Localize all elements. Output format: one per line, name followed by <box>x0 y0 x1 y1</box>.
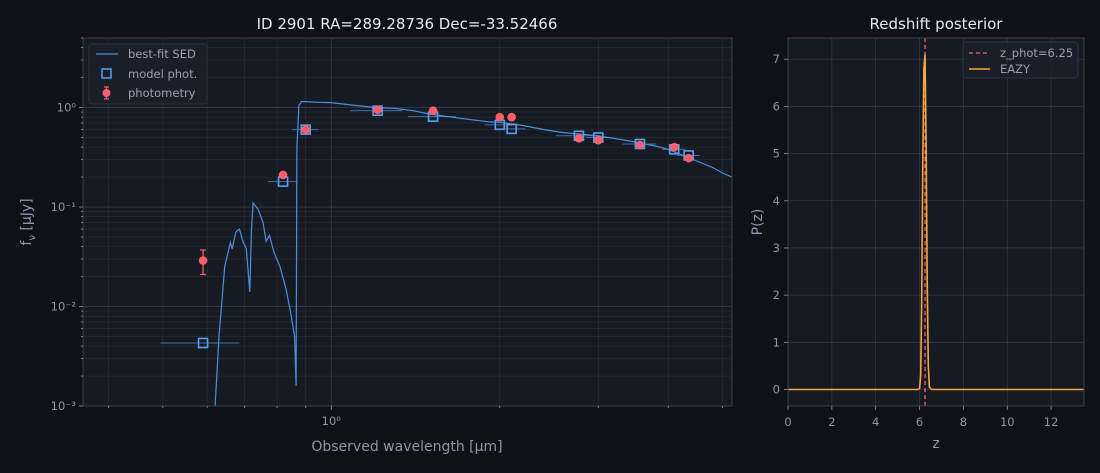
sed-x-tick-label: 10⁰ <box>322 414 342 428</box>
pz-axes-background <box>788 38 1084 406</box>
sed-y-tick-label: 10⁻³ <box>51 399 77 413</box>
pz-y-tick-label: 6 <box>773 99 780 113</box>
photometry-point <box>278 170 288 180</box>
legend-eazy-label: EAZY <box>1000 62 1031 76</box>
legend-model-label: model phot. <box>128 67 197 81</box>
sed-x-axis-label: Observed wavelength [μm] <box>311 439 502 455</box>
pz-y-tick-label: 1 <box>773 335 780 349</box>
pz-legend: z_phot=6.25 EAZY <box>962 41 1079 79</box>
pz-x-tick-label: 6 <box>916 415 923 429</box>
pz-x-axis-label: z <box>932 436 939 452</box>
sed-panel: 10⁰ 10⁻³ 10⁻² 10⁻¹ 10⁰ ID 2901 RA=289.28736 … <box>19 15 733 455</box>
photometry-point <box>373 105 382 115</box>
photometry-point <box>507 112 516 122</box>
pz-x-tick-label: 2 <box>828 415 835 429</box>
pz-title: Redshift posterior <box>870 15 1004 33</box>
pz-x-tick-label: 12 <box>1044 415 1059 429</box>
legend-zphot-label: z_phot=6.25 <box>1000 46 1073 60</box>
figure: 10⁰ 10⁻³ 10⁻² 10⁻¹ 10⁰ ID 2901 RA=289.28736 … <box>0 0 1100 473</box>
pz-panel: 0 2 4 6 8 10 1201234567 Redshift posterior z P… <box>750 15 1085 452</box>
photometry-point <box>428 106 438 115</box>
legend-sed-label: best-fit SED <box>128 47 196 61</box>
sed-y-axis-label-unit: [μJy] <box>19 198 35 235</box>
pz-x-tick-label: 10 <box>1000 415 1015 429</box>
photometry-point <box>635 140 645 150</box>
sed-legend: best-fit SED model phot. photometry <box>88 43 208 105</box>
pz-y-axis-label: P(z) <box>750 209 766 236</box>
sed-y-tick-label: 10⁻² <box>51 300 76 314</box>
photometry-point <box>495 112 505 122</box>
pz-y-tick-label: 4 <box>773 194 780 208</box>
sed-y-tick-label: 10⁻¹ <box>51 200 76 214</box>
pz-y-tick-label: 0 <box>773 382 780 396</box>
legend-phot-label: photometry <box>128 86 196 100</box>
pz-x-tick-label: 8 <box>960 415 967 429</box>
legend-phot-point-icon <box>102 89 111 97</box>
photometry-point <box>574 134 584 143</box>
pz-x-tick-label: 0 <box>784 415 791 429</box>
photometry-point <box>684 153 693 163</box>
photometry-point <box>594 135 603 145</box>
pz-y-tick-label: 7 <box>773 52 780 66</box>
photometry-point <box>669 142 679 152</box>
sed-y-tick-label: 10⁰ <box>57 101 77 115</box>
pz-y-tick-label: 3 <box>773 241 780 255</box>
photometry-point <box>198 256 208 265</box>
photometry-point <box>301 125 310 134</box>
sed-title: ID 2901 RA=289.28736 Dec=-33.52466 <box>257 15 558 33</box>
pz-x-tick-label: 4 <box>872 415 879 429</box>
pz-y-tick-label: 5 <box>773 147 780 161</box>
pz-y-tick-label: 2 <box>773 288 780 302</box>
